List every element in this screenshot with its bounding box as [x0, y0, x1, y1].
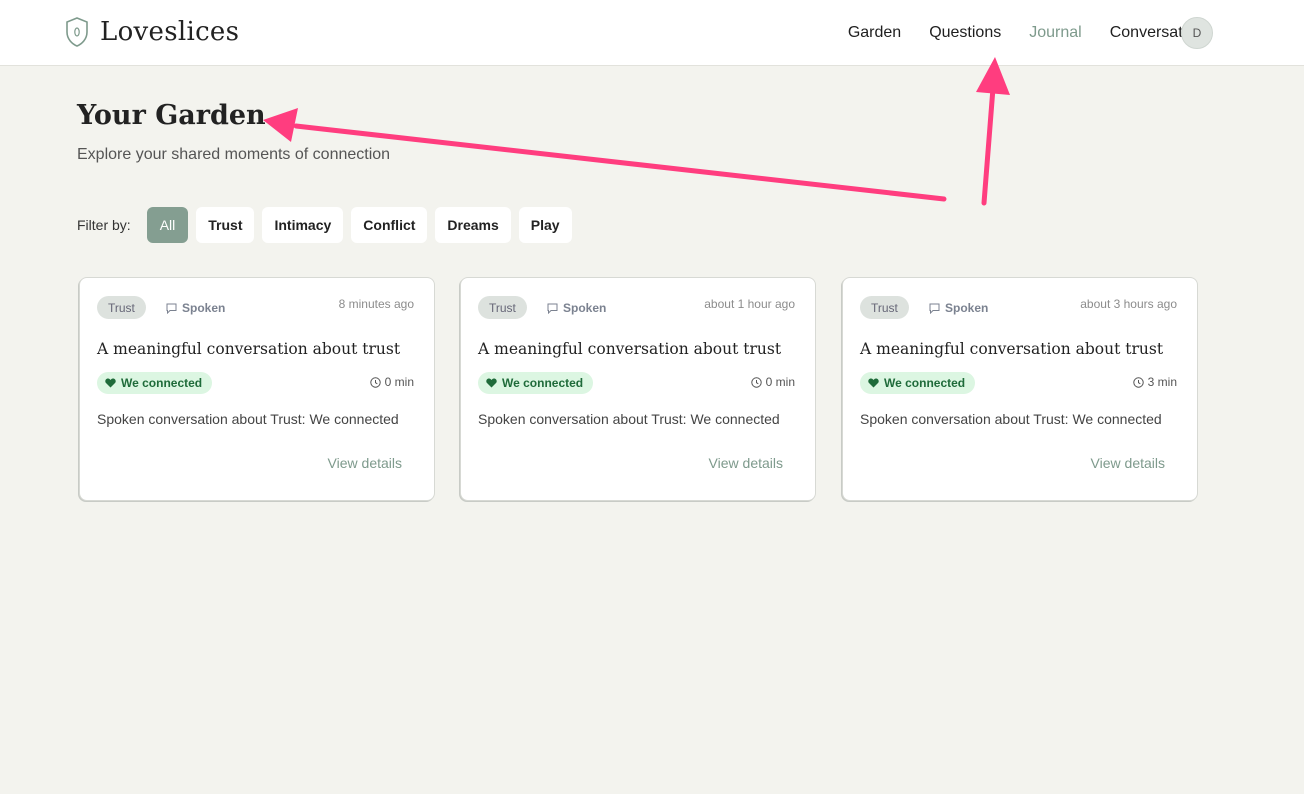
- filter-chip-play[interactable]: Play: [518, 207, 572, 243]
- heart-icon: [105, 378, 116, 388]
- page-title: Your Garden: [77, 100, 266, 131]
- topic-tag: Trust: [478, 296, 527, 319]
- heart-icon: [486, 378, 497, 388]
- clock-icon: [369, 376, 381, 388]
- connected-badge: We connected: [478, 372, 594, 394]
- duration: 0 min: [750, 375, 795, 389]
- view-details-link[interactable]: View details: [1091, 455, 1165, 471]
- filter-chip-all[interactable]: All: [146, 207, 189, 243]
- nav-questions[interactable]: Questions: [929, 24, 1001, 42]
- filter-chip-trust[interactable]: Trust: [196, 207, 255, 243]
- view-details-link[interactable]: View details: [709, 455, 783, 471]
- conversation-card[interactable]: Trust Spoken about 3 hours ago A meaning…: [842, 277, 1198, 501]
- conversation-type-label: Spoken: [945, 301, 989, 315]
- card-summary: Spoken conversation about Trust: We conn…: [478, 411, 780, 427]
- nav-garden[interactable]: Garden: [848, 24, 901, 42]
- main-nav: Garden Questions Journal Conversations: [820, 0, 1212, 66]
- duration-label: 0 min: [765, 375, 795, 389]
- badge-label: We connected: [121, 376, 203, 390]
- badge-label: We connected: [502, 376, 584, 390]
- filter-bar: Filter by: All Trust Intimacy Conflict D…: [77, 207, 580, 243]
- card-title: A meaningful conversation about trust: [97, 340, 401, 358]
- conversation-type: Spoken: [547, 301, 606, 315]
- timestamp: about 3 hours ago: [1080, 297, 1177, 311]
- topic-tag: Trust: [97, 296, 146, 319]
- card-title: A meaningful conversation about trust: [478, 340, 782, 358]
- connected-badge: We connected: [860, 372, 976, 394]
- view-details-link[interactable]: View details: [328, 455, 402, 471]
- timestamp: 8 minutes ago: [338, 297, 414, 311]
- arrow-to-journal-nav: [976, 57, 1010, 206]
- duration-label: 0 min: [384, 375, 414, 389]
- brand[interactable]: Loveslices: [64, 16, 239, 48]
- conversation-card[interactable]: Trust Spoken 8 minutes ago A meaningful …: [79, 277, 435, 501]
- duration: 0 min: [369, 375, 414, 389]
- card-summary: Spoken conversation about Trust: We conn…: [97, 411, 399, 427]
- duration: 3 min: [1132, 375, 1177, 389]
- connected-badge: We connected: [97, 372, 213, 394]
- shield-icon: [66, 17, 88, 47]
- card-summary: Spoken conversation about Trust: We conn…: [860, 411, 1162, 427]
- filter-chip-conflict[interactable]: Conflict: [351, 207, 428, 243]
- chat-bubble-icon: [166, 303, 177, 314]
- filter-chip-dreams[interactable]: Dreams: [435, 207, 511, 243]
- avatar[interactable]: D: [1181, 17, 1213, 49]
- conversation-type-label: Spoken: [563, 301, 607, 315]
- conversation-type: Spoken: [166, 301, 225, 315]
- filter-label: Filter by:: [77, 217, 131, 233]
- timestamp: about 1 hour ago: [704, 297, 795, 311]
- clock-icon: [1132, 376, 1144, 388]
- clock-icon: [750, 376, 762, 388]
- chat-bubble-icon: [547, 303, 558, 314]
- conversation-card[interactable]: Trust Spoken about 1 hour ago A meaningf…: [460, 277, 816, 501]
- conversation-type-label: Spoken: [182, 301, 226, 315]
- page-subtitle: Explore your shared moments of connectio…: [77, 146, 391, 163]
- heart-icon: [868, 378, 879, 388]
- top-navigation-bar: Loveslices Garden Questions Journal Conv…: [0, 0, 1304, 66]
- chat-bubble-icon: [929, 303, 940, 314]
- card-title: A meaningful conversation about trust: [860, 340, 1164, 358]
- filter-chip-intimacy[interactable]: Intimacy: [262, 207, 344, 243]
- brand-name: Loveslices: [100, 17, 240, 47]
- topic-tag: Trust: [860, 296, 909, 319]
- nav-journal[interactable]: Journal: [1029, 24, 1081, 42]
- duration-label: 3 min: [1147, 375, 1177, 389]
- conversation-type: Spoken: [929, 301, 988, 315]
- badge-label: We connected: [884, 376, 966, 390]
